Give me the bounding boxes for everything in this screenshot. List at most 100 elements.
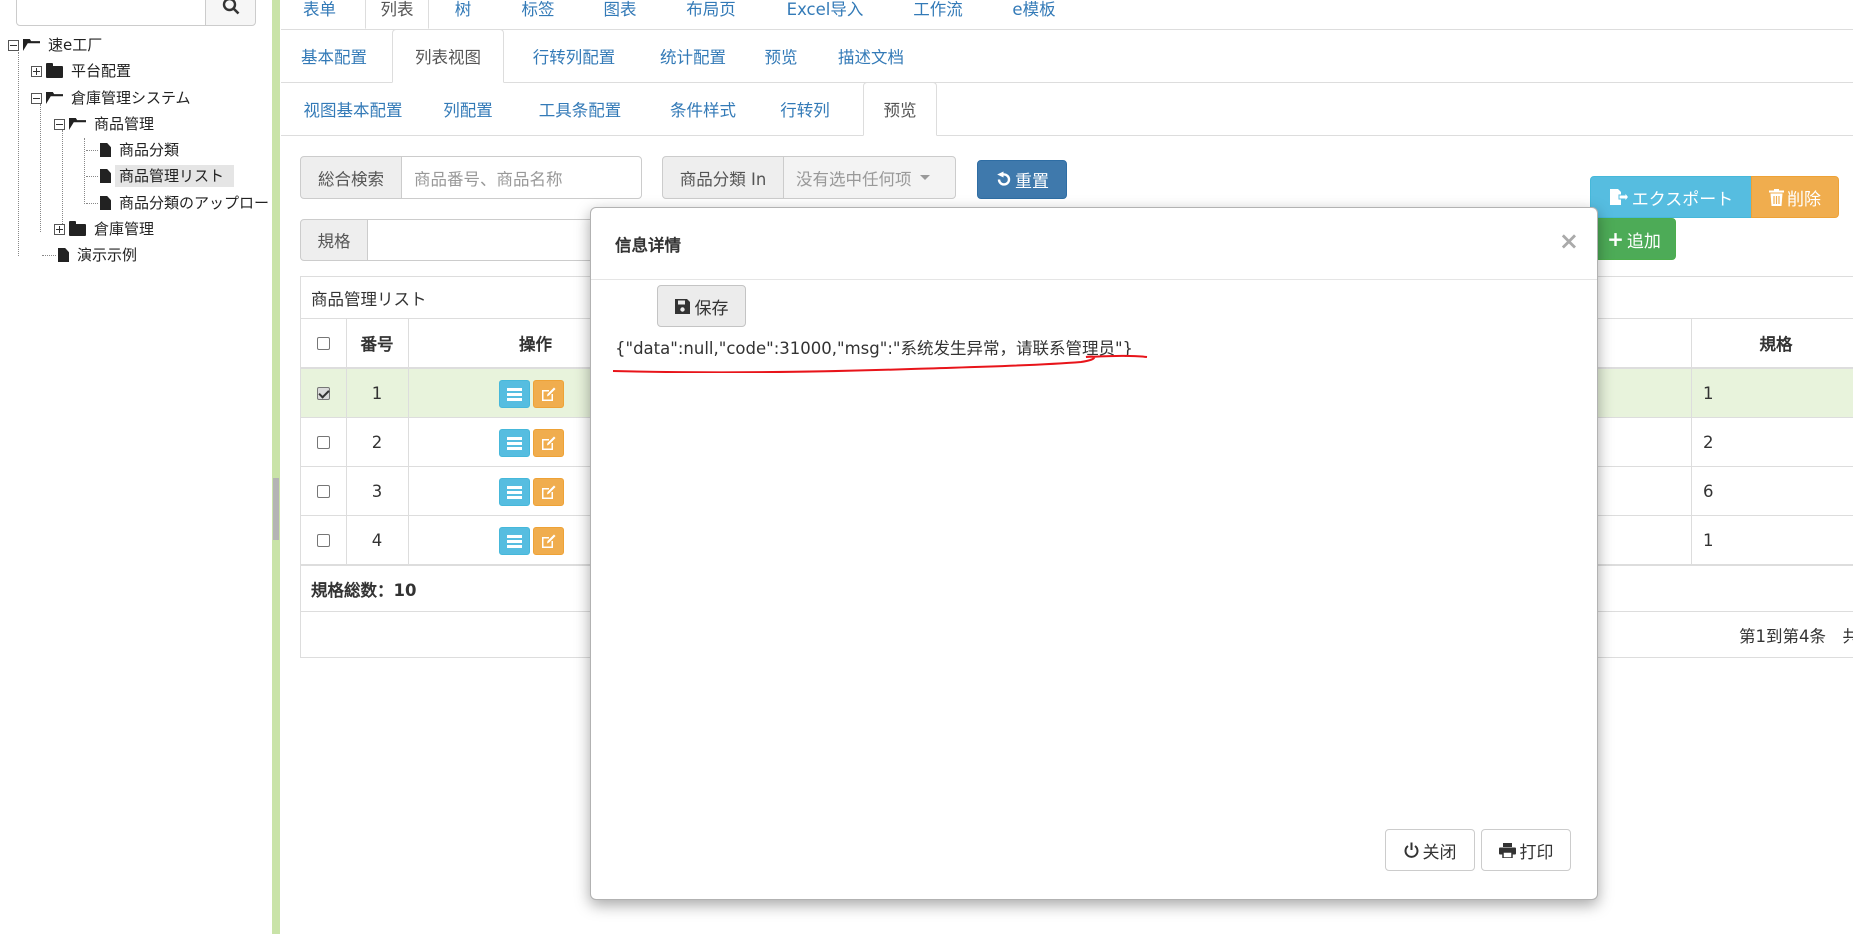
tab-list[interactable]: 列表: [365, 0, 429, 29]
category-filter-value: 没有选中任何项: [796, 169, 912, 189]
tab-e-template[interactable]: e模板: [991, 0, 1077, 29]
row-spec: 2: [1703, 432, 1714, 452]
modal-save-button[interactable]: 保存: [657, 285, 746, 327]
header-number[interactable]: 番号: [346, 319, 408, 367]
folder-icon: [69, 221, 86, 236]
spec-filter-input[interactable]: [367, 219, 592, 261]
tree-connector: [86, 203, 98, 204]
tab-chart[interactable]: 图表: [583, 0, 657, 29]
collapse-icon[interactable]: [8, 39, 19, 51]
modal-close-button[interactable]: 关闭: [1385, 829, 1475, 871]
tab-tree[interactable]: 树: [433, 0, 493, 29]
tree-search-input[interactable]: [16, 0, 206, 26]
modal-print-button[interactable]: 打印: [1481, 829, 1571, 871]
tab-excel-import[interactable]: Excel导入: [765, 0, 885, 29]
row-edit-button[interactable]: [533, 380, 564, 408]
tree-node-product-list[interactable]: 商品管理リスト: [100, 164, 235, 188]
tree-node-label: 商品分類: [119, 141, 180, 159]
info-detail-modal: 信息详情 × 保存 {"data":null,"code":31000,"msg…: [590, 207, 1598, 900]
export-button[interactable]: エクスポート: [1590, 176, 1752, 218]
file-export-icon: [1609, 189, 1629, 205]
tree-node-warehouse-mgmt[interactable]: 倉庫管理: [54, 217, 158, 241]
folder-open-icon: [46, 92, 63, 104]
panel-splitter[interactable]: [272, 0, 280, 934]
tab-preview-active[interactable]: 预览: [863, 82, 937, 136]
modal-header: 信息详情 ×: [591, 208, 1597, 280]
tab-workflow[interactable]: 工作流: [885, 0, 991, 29]
folder-open-icon: [23, 39, 40, 51]
tree-node-product-category[interactable]: 商品分類: [100, 138, 183, 162]
tab-label[interactable]: 标签: [501, 0, 575, 29]
row-select-cell: [301, 418, 346, 466]
power-icon: [1404, 842, 1418, 858]
keyword-search-input[interactable]: 商品番号、商品名称: [401, 156, 642, 199]
tab-row-to-column-config[interactable]: 行转列配置: [509, 29, 639, 82]
tab-row-to-column[interactable]: 行转列: [761, 82, 849, 135]
row-detail-button[interactable]: [499, 429, 530, 457]
collapse-icon[interactable]: [31, 92, 42, 104]
tab-list-view[interactable]: 列表视图: [392, 29, 504, 83]
tree-node-product-category-upload[interactable]: 商品分類のアップロー: [100, 191, 273, 215]
row-number: 3: [371, 481, 383, 501]
row-checkbox[interactable]: [317, 484, 330, 498]
tab-toolbar-config[interactable]: 工具条配置: [516, 82, 644, 135]
tab-preview[interactable]: 预览: [747, 29, 815, 82]
spec-total: 規格総数：10: [311, 581, 417, 600]
expand-icon[interactable]: [54, 223, 65, 235]
tab-column-config[interactable]: 列配置: [431, 82, 505, 135]
tab-description-doc[interactable]: 描述文档: [815, 29, 927, 82]
header-spec[interactable]: 規格: [1691, 319, 1853, 367]
splitter-handle[interactable]: [273, 478, 279, 540]
edit-icon: [542, 436, 556, 450]
tree-node-label: 平台配置: [71, 62, 132, 80]
row-edit-button[interactable]: [533, 527, 564, 555]
tab-form[interactable]: 表单: [281, 0, 358, 29]
tabs-level2: 基本配置 列表视图 行转列配置 统计配置 预览 描述文档: [281, 29, 1853, 83]
delete-button[interactable]: 削除: [1751, 176, 1839, 218]
delete-button-label: 削除: [1787, 189, 1821, 210]
row-spec: 1: [1703, 530, 1714, 550]
tab-layout[interactable]: 布局页: [665, 0, 757, 29]
tree-node-product-mgmt[interactable]: 商品管理: [54, 112, 158, 136]
row-checkbox[interactable]: [317, 435, 330, 449]
export-button-label: エクスポート: [1631, 189, 1734, 210]
tree-node-root[interactable]: 速e工厂: [8, 33, 106, 57]
add-button[interactable]: + 追加: [1592, 218, 1676, 260]
collapse-icon[interactable]: [54, 118, 65, 130]
keyword-search-placeholder: 商品番号、商品名称: [414, 169, 563, 189]
modal-print-label: 打印: [1519, 842, 1554, 863]
tab-stats-config[interactable]: 统计配置: [639, 29, 747, 82]
tree-node-platform-config[interactable]: 平台配置: [31, 59, 135, 83]
tree-node-label: 商品管理: [94, 115, 155, 133]
row-checkbox[interactable]: [317, 386, 330, 400]
list-icon: [507, 387, 522, 401]
row-detail-button[interactable]: [499, 380, 530, 408]
modal-close-x[interactable]: ×: [1559, 208, 1579, 273]
list-icon: [507, 436, 522, 450]
tab-basic-config[interactable]: 基本配置: [281, 29, 387, 82]
tree-search-button[interactable]: [205, 0, 256, 26]
tree-connector: [18, 52, 19, 256]
edit-icon: [542, 534, 556, 548]
expand-icon[interactable]: [31, 65, 42, 77]
tab-conditional-style[interactable]: 条件样式: [651, 82, 755, 135]
row-edit-button[interactable]: [533, 429, 564, 457]
row-detail-button[interactable]: [499, 478, 530, 506]
reset-button[interactable]: 重置: [977, 160, 1067, 199]
row-number: 1: [371, 383, 383, 403]
tree-node-warehouse-system[interactable]: 倉庫管理システム: [31, 86, 195, 110]
tree-node-demo[interactable]: 演示示例: [58, 243, 141, 267]
row-detail-button[interactable]: [499, 527, 530, 555]
tree-node-label: 演示示例: [77, 246, 138, 264]
add-button-label: 追加: [1626, 231, 1661, 252]
sidebar-tree-panel: 速e工厂 平台配置 倉庫管理システム 商品管理 商品分類 商品管理リスト 商品分…: [0, 0, 272, 934]
folder-open-icon: [69, 118, 86, 130]
category-filter-select[interactable]: 没有选中任何项: [783, 156, 956, 199]
annotation-underline: [612, 354, 1148, 373]
tab-view-basic-config[interactable]: 视图基本配置: [281, 82, 425, 135]
row-select-cell: [301, 516, 346, 564]
row-edit-button[interactable]: [533, 478, 564, 506]
edit-icon: [542, 387, 556, 401]
select-all-checkbox[interactable]: [317, 336, 330, 350]
row-checkbox[interactable]: [317, 533, 330, 547]
